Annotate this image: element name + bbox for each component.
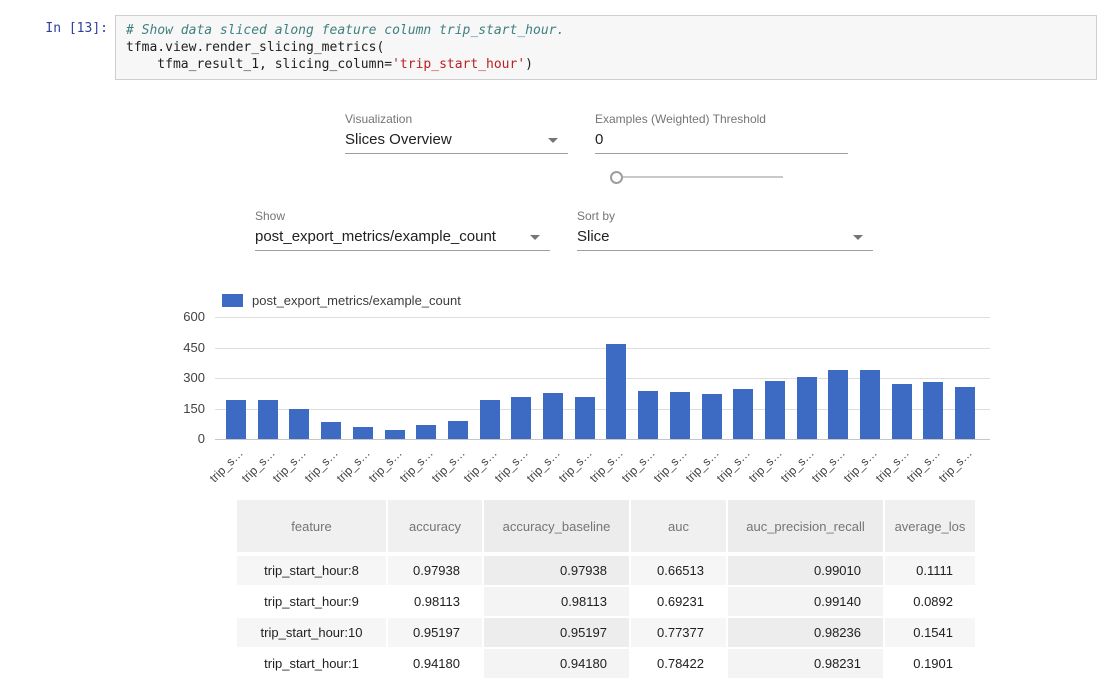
feature-cell: trip_start_hour:1: [237, 648, 387, 678]
slider-track[interactable]: [623, 176, 783, 178]
slider-thumb[interactable]: [610, 171, 623, 184]
sort-by-label: Sort by: [577, 209, 615, 223]
bar-22[interactable]: [923, 382, 943, 439]
metrics-table-body: trip_start_hour:80.979380.979380.665130.…: [237, 554, 975, 678]
bar-21[interactable]: [892, 384, 912, 439]
gridline-600: [215, 317, 990, 318]
metric-cell: 0.98231: [727, 648, 884, 678]
metric-cell: 0.1901: [884, 648, 975, 678]
metric-cell: 0.94180: [483, 648, 630, 678]
metric-cell: 0.77377: [630, 617, 727, 648]
column-header-accuracy[interactable]: accuracy: [387, 500, 483, 554]
bar-7[interactable]: [448, 421, 468, 439]
metric-cell: 0.98113: [387, 586, 483, 617]
code-line-3: tfma_result_1, slicing_column='trip_star…: [126, 56, 1086, 73]
show-label: Show: [255, 209, 285, 223]
metric-cell: 0.66513: [630, 554, 727, 586]
code-string: 'trip_start_hour': [392, 57, 525, 72]
bar-2[interactable]: [289, 409, 309, 440]
bar-1[interactable]: [258, 400, 278, 439]
metric-cell: 0.99140: [727, 586, 884, 617]
column-header-feature[interactable]: feature: [237, 500, 387, 554]
bar-18[interactable]: [797, 377, 817, 439]
y-axis-tick-label: 150: [165, 401, 205, 416]
sort-by-dropdown-value: Slice: [577, 228, 610, 245]
metric-cell: 0.0892: [884, 586, 975, 617]
legend-swatch: [222, 294, 243, 307]
metric-cell: 0.94180: [387, 648, 483, 678]
bar-13[interactable]: [638, 391, 658, 439]
metrics-table-head-row: featureaccuracyaccuracy_baselineaucauc_p…: [237, 500, 975, 554]
sort-by-dropdown[interactable]: Slice: [577, 226, 873, 251]
show-metric-dropdown-value: post_export_metrics/example_count: [255, 228, 496, 245]
visualization-label: Visualization: [345, 112, 412, 126]
bar-5[interactable]: [385, 430, 405, 439]
feature-cell: trip_start_hour:8: [237, 554, 387, 586]
bar-6[interactable]: [416, 425, 436, 439]
gridline-450: [215, 348, 990, 349]
metric-cell: 0.1111: [884, 554, 975, 586]
code-cell[interactable]: # Show data sliced along feature column …: [115, 15, 1097, 80]
bar-9[interactable]: [511, 397, 531, 439]
bar-12[interactable]: [606, 344, 626, 439]
metric-cell: 0.1541: [884, 617, 975, 648]
table-row: trip_start_hour:90.981130.981130.692310.…: [237, 586, 975, 617]
column-header-accuracy_baseline[interactable]: accuracy_baseline: [483, 500, 630, 554]
y-axis-tick-label: 0: [165, 431, 205, 446]
metrics-table: featureaccuracyaccuracy_baselineaucauc_p…: [237, 500, 975, 678]
chart-plot: 0150300450600trip_s…trip_s…trip_s…trip_s…: [215, 317, 990, 439]
bar-4[interactable]: [353, 427, 373, 439]
metric-cell: 0.99010: [727, 554, 884, 586]
chevron-down-icon: [530, 235, 540, 240]
metric-cell: 0.98113: [483, 586, 630, 617]
bar-16[interactable]: [733, 389, 753, 439]
threshold-label: Examples (Weighted) Threshold: [595, 112, 766, 126]
chart-legend: post_export_metrics/example_count: [222, 293, 461, 308]
bar-3[interactable]: [321, 422, 341, 439]
cell-prompt: In [13]:: [0, 21, 108, 36]
y-axis-tick-label: 600: [165, 309, 205, 324]
show-metric-dropdown[interactable]: post_export_metrics/example_count: [255, 226, 550, 251]
bar-0[interactable]: [226, 400, 246, 439]
threshold-slider[interactable]: [610, 171, 783, 183]
table-row: trip_start_hour:10.941800.941800.784220.…: [237, 648, 975, 678]
column-header-auc_precision_recall[interactable]: auc_precision_recall: [727, 500, 884, 554]
chevron-down-icon: [853, 235, 863, 240]
table-row: trip_start_hour:80.979380.979380.665130.…: [237, 554, 975, 586]
bar-23[interactable]: [955, 387, 975, 439]
chevron-down-icon: [548, 138, 558, 143]
bar-17[interactable]: [765, 381, 785, 439]
column-header-average_los[interactable]: average_los: [884, 500, 975, 554]
code-line-1: # Show data sliced along feature column …: [126, 22, 1086, 39]
column-header-auc[interactable]: auc: [630, 500, 727, 554]
legend-label: post_export_metrics/example_count: [252, 293, 461, 308]
bar-19[interactable]: [828, 370, 848, 439]
gridline-0: [215, 439, 990, 440]
visualization-dropdown-value: Slices Overview: [345, 131, 452, 148]
metric-cell: 0.98236: [727, 617, 884, 648]
bar-8[interactable]: [480, 400, 500, 439]
table-row: trip_start_hour:100.951970.951970.773770…: [237, 617, 975, 648]
threshold-input[interactable]: [595, 129, 848, 154]
visualization-dropdown[interactable]: Slices Overview: [345, 129, 568, 154]
metric-cell: 0.78422: [630, 648, 727, 678]
y-axis-tick-label: 300: [165, 370, 205, 385]
metric-cell: 0.97938: [483, 554, 630, 586]
code-comment: # Show data sliced along feature column …: [126, 23, 564, 38]
feature-cell: trip_start_hour:9: [237, 586, 387, 617]
bar-15[interactable]: [702, 394, 722, 439]
metric-cell: 0.97938: [387, 554, 483, 586]
metric-cell: 0.69231: [630, 586, 727, 617]
bar-14[interactable]: [670, 392, 690, 439]
metric-cell: 0.95197: [483, 617, 630, 648]
metric-cell: 0.95197: [387, 617, 483, 648]
code-line-2: tfma.view.render_slicing_metrics(: [126, 39, 1086, 56]
y-axis-tick-label: 450: [165, 340, 205, 355]
bar-11[interactable]: [575, 397, 595, 439]
bar-20[interactable]: [860, 370, 880, 439]
feature-cell: trip_start_hour:10: [237, 617, 387, 648]
bar-10[interactable]: [543, 393, 563, 439]
